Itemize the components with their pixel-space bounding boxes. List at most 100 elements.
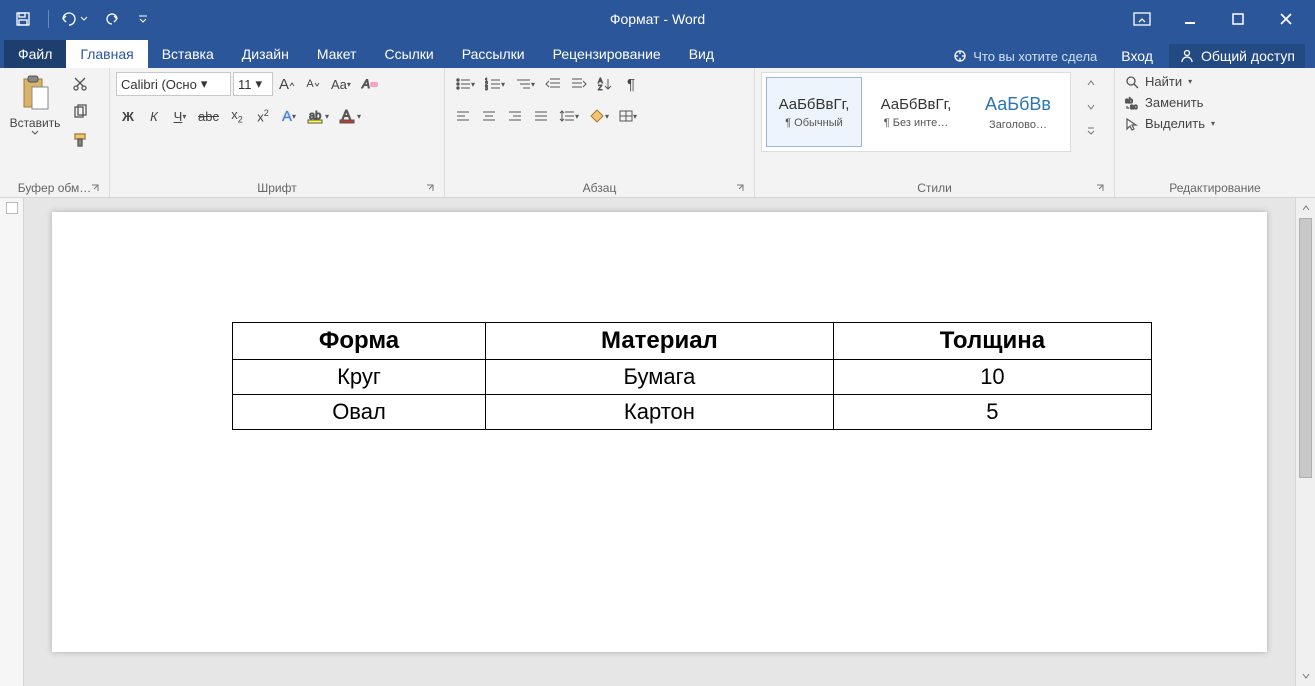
subscript-button[interactable]: x2 — [225, 104, 249, 128]
find-button[interactable]: Найти ▾ — [1125, 74, 1215, 89]
group-label-paragraph: Абзац — [451, 177, 748, 197]
font-name-combo[interactable]: Calibri (Осно ▾ — [116, 72, 231, 96]
grow-font-button[interactable]: A — [275, 72, 299, 96]
align-left-button[interactable] — [451, 104, 475, 128]
font-color-button[interactable]: A▾ — [335, 104, 365, 128]
qat-customize-button[interactable] — [133, 4, 153, 34]
italic-button[interactable]: К — [142, 104, 166, 128]
ribbon-display-options-button[interactable] — [1119, 1, 1165, 37]
multilevel-list-button[interactable]: ▾ — [511, 72, 539, 96]
document-page[interactable]: Форма Материал Толщина Круг Бумага 10 Ов… — [52, 212, 1267, 652]
styles-launcher[interactable] — [1094, 182, 1106, 194]
table-header-cell[interactable]: Толщина — [833, 323, 1151, 360]
select-button[interactable]: Выделить ▾ — [1125, 116, 1215, 131]
show-marks-button[interactable]: ¶ — [619, 72, 643, 96]
font-launcher[interactable] — [424, 182, 436, 194]
table-row[interactable]: Круг Бумага 10 — [233, 360, 1152, 395]
tab-file[interactable]: Файл — [4, 40, 66, 68]
tab-mailings[interactable]: Рассылки — [448, 40, 539, 68]
replace-button[interactable]: abac Заменить — [1125, 95, 1215, 110]
sort-button[interactable]: AZ — [593, 72, 617, 96]
share-button[interactable]: Общий доступ — [1169, 44, 1305, 68]
paste-label: Вставить — [10, 117, 61, 130]
scroll-track[interactable] — [1296, 218, 1315, 666]
table-header-cell[interactable]: Материал — [486, 323, 834, 360]
align-right-button[interactable] — [503, 104, 527, 128]
change-case-button[interactable]: Aa▾ — [327, 72, 355, 96]
font-size-value: 11 — [238, 77, 252, 92]
document-table[interactable]: Форма Материал Толщина Круг Бумага 10 Ов… — [232, 322, 1152, 430]
bold-button[interactable]: Ж — [116, 104, 140, 128]
table-header-row[interactable]: Форма Материал Толщина — [233, 323, 1152, 360]
style-gallery: АаБбВвГг, ¶ Обычный АаБбВвГг, ¶ Без инте… — [761, 72, 1071, 152]
minimize-button[interactable] — [1167, 1, 1213, 37]
shading-button[interactable]: ▾ — [585, 104, 613, 128]
style-down-button[interactable] — [1079, 96, 1103, 118]
paragraph-launcher[interactable] — [734, 182, 746, 194]
tell-me-search[interactable]: Что вы хотите сдела — [945, 45, 1105, 68]
table-cell[interactable]: 10 — [833, 360, 1151, 395]
style-expand-button[interactable] — [1079, 120, 1103, 142]
svg-text:ac: ac — [1130, 104, 1138, 110]
clear-formatting-button[interactable]: A — [357, 72, 383, 96]
highlight-button[interactable]: ab▾ — [303, 104, 333, 128]
scroll-down-button[interactable] — [1296, 666, 1315, 686]
maximize-button[interactable] — [1215, 1, 1261, 37]
redo-button[interactable] — [95, 4, 129, 34]
sign-in-button[interactable]: Вход — [1113, 44, 1161, 68]
scroll-thumb[interactable] — [1299, 218, 1312, 478]
copy-button[interactable] — [68, 100, 92, 124]
ribbon: Вставить Буфер обм… Calibri (Осно ▾ — [0, 68, 1315, 198]
group-font: Calibri (Осно ▾ 11 ▾ A A Aa▾ A Ж К Ч▾ ab… — [110, 68, 445, 197]
table-cell[interactable]: Круг — [233, 360, 486, 395]
tab-references[interactable]: Ссылки — [370, 40, 447, 68]
cut-button[interactable] — [68, 72, 92, 96]
table-cell[interactable]: Бумага — [486, 360, 834, 395]
shrink-font-button[interactable]: A — [301, 72, 325, 96]
justify-button[interactable] — [529, 104, 553, 128]
line-spacing-button[interactable]: ▾ — [555, 104, 583, 128]
tab-review[interactable]: Рецензирование — [539, 40, 675, 68]
tab-design[interactable]: Дизайн — [228, 40, 303, 68]
font-size-combo[interactable]: 11 ▾ — [233, 72, 273, 96]
text-effects-button[interactable]: A▾ — [277, 104, 301, 128]
group-styles: АаБбВвГг, ¶ Обычный АаБбВвГг, ¶ Без инте… — [755, 68, 1115, 197]
style-normal[interactable]: АаБбВвГг, ¶ Обычный — [766, 77, 862, 147]
paste-button[interactable]: Вставить — [6, 72, 64, 139]
table-cell[interactable]: 5 — [833, 395, 1151, 430]
bullets-button[interactable]: ▾ — [451, 72, 479, 96]
scroll-up-button[interactable] — [1296, 198, 1315, 218]
table-cell[interactable]: Картон — [486, 395, 834, 430]
tell-me-placeholder: Что вы хотите сдела — [973, 49, 1097, 64]
ruler-toggle[interactable] — [6, 202, 18, 214]
increase-indent-button[interactable] — [567, 72, 591, 96]
align-center-button[interactable] — [477, 104, 501, 128]
chevron-down-icon[interactable]: ▾ — [201, 76, 208, 92]
svg-text:Z: Z — [598, 85, 603, 91]
table-header-cell[interactable]: Форма — [233, 323, 486, 360]
borders-button[interactable]: ▾ — [615, 104, 641, 128]
underline-button[interactable]: Ч▾ — [168, 104, 192, 128]
tab-insert[interactable]: Вставка — [148, 40, 228, 68]
undo-button[interactable] — [57, 4, 91, 34]
decrease-indent-button[interactable] — [541, 72, 565, 96]
table-cell[interactable]: Овал — [233, 395, 486, 430]
vertical-scrollbar[interactable] — [1295, 198, 1315, 686]
window-controls — [1119, 1, 1309, 37]
numbering-button[interactable]: 123▾ — [481, 72, 509, 96]
tab-layout[interactable]: Макет — [303, 40, 371, 68]
clipboard-launcher[interactable] — [89, 182, 101, 194]
format-painter-button[interactable] — [68, 128, 92, 152]
svg-text:A: A — [361, 77, 370, 91]
tab-home[interactable]: Главная — [66, 40, 147, 68]
style-up-button[interactable] — [1079, 72, 1103, 94]
table-row[interactable]: Овал Картон 5 — [233, 395, 1152, 430]
strikethrough-button[interactable]: abc — [194, 104, 223, 128]
style-no-spacing[interactable]: АаБбВвГг, ¶ Без инте… — [868, 77, 964, 147]
tab-view[interactable]: Вид — [675, 40, 728, 68]
save-button[interactable] — [6, 4, 40, 34]
style-heading1[interactable]: АаБбВв Заголово… — [970, 77, 1066, 147]
superscript-button[interactable]: x2 — [251, 104, 275, 128]
close-button[interactable] — [1263, 1, 1309, 37]
chevron-down-icon[interactable]: ▾ — [256, 76, 263, 92]
